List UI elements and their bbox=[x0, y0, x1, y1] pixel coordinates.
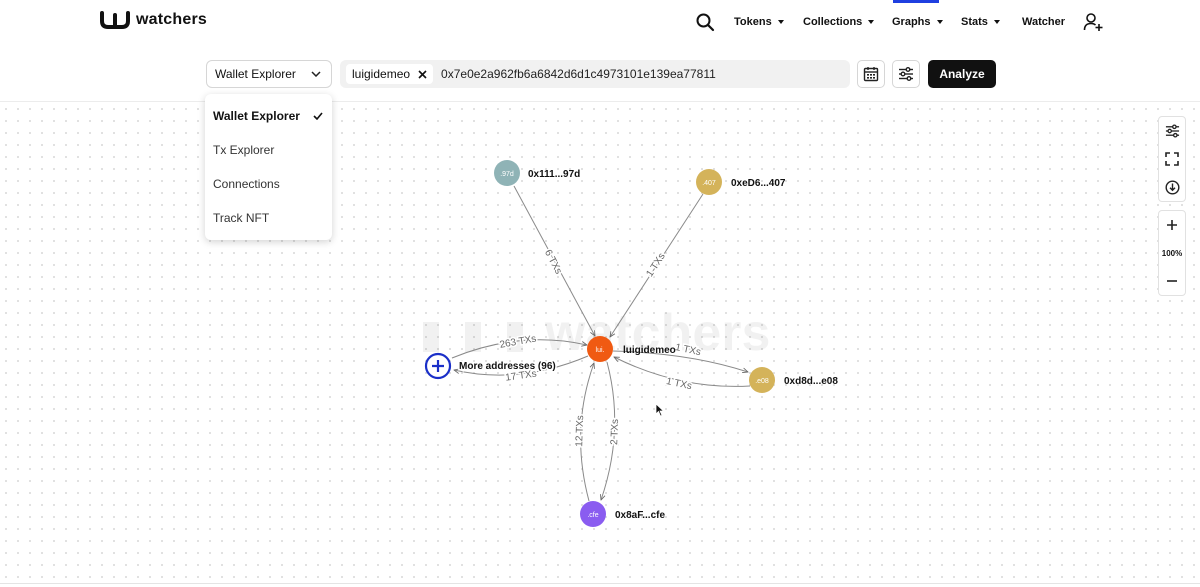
caret-down-icon bbox=[777, 20, 784, 24]
filter-button[interactable] bbox=[892, 60, 920, 88]
nav-active-indicator bbox=[893, 0, 939, 3]
node-label: 0xd8d...e08 bbox=[784, 376, 838, 387]
node-badge: lui. bbox=[596, 347, 605, 354]
node-badge: .97d bbox=[500, 171, 514, 178]
download-button[interactable] bbox=[1159, 173, 1185, 201]
address-value: 0x7e0e2a962fb6a6842d6d1c4973101e139ea778… bbox=[441, 67, 716, 81]
node-label: 0x111...97d bbox=[528, 169, 580, 180]
node-badge: .e08 bbox=[755, 378, 769, 385]
sliders-icon bbox=[1165, 124, 1179, 138]
mode-option-connections[interactable]: Connections bbox=[205, 167, 332, 201]
mode-dropdown-menu: Wallet Explorer Tx Explorer Connections … bbox=[205, 94, 332, 240]
calendar-icon bbox=[863, 67, 879, 82]
graph-view-tools bbox=[1158, 116, 1186, 202]
checkmark-icon bbox=[313, 112, 323, 120]
plus-icon bbox=[1167, 220, 1177, 230]
graph-side-tools: 100% bbox=[1158, 116, 1186, 304]
mode-option-track-nft[interactable]: Track NFT bbox=[205, 201, 332, 235]
brand-name: watchers bbox=[136, 11, 207, 28]
graph-toolbar: Wallet Explorer luigidemeo 0x7e0e2a962fb… bbox=[0, 48, 1200, 102]
nav-watcher[interactable]: Watcher bbox=[1022, 16, 1065, 28]
zoom-out-button[interactable] bbox=[1159, 267, 1185, 295]
node-badge: .407 bbox=[702, 180, 716, 187]
node-badge: .cfe bbox=[587, 512, 598, 519]
nav-collections-label: Collections bbox=[803, 16, 863, 28]
mode-option-label: Track NFT bbox=[213, 211, 270, 225]
nav-tokens[interactable]: Tokens bbox=[734, 16, 784, 28]
brand-logo[interactable]: watchers bbox=[100, 11, 207, 29]
search-icon[interactable] bbox=[695, 12, 715, 32]
fullscreen-icon bbox=[1165, 152, 1179, 166]
node-label: 0xeD6...407 bbox=[731, 178, 786, 189]
chevron-down-icon bbox=[311, 71, 321, 77]
graph-settings-button[interactable] bbox=[1159, 117, 1185, 145]
nav-stats[interactable]: Stats bbox=[961, 16, 1000, 28]
caret-down-icon bbox=[993, 20, 1000, 24]
mode-select-value: Wallet Explorer bbox=[215, 67, 296, 81]
caret-down-icon bbox=[936, 20, 943, 24]
nav-watcher-label: Watcher bbox=[1022, 16, 1065, 28]
nav-collections[interactable]: Collections bbox=[803, 16, 875, 28]
top-navigation: watchers Tokens Collections Graphs Stats… bbox=[0, 0, 1200, 48]
mode-option-label: Tx Explorer bbox=[213, 143, 275, 157]
nav-graphs-label: Graphs bbox=[892, 16, 931, 28]
sliders-icon bbox=[899, 67, 913, 81]
mode-option-tx-explorer[interactable]: Tx Explorer bbox=[205, 133, 332, 167]
mode-option-label: Connections bbox=[213, 177, 280, 191]
mode-option-wallet-explorer[interactable]: Wallet Explorer bbox=[205, 99, 332, 133]
node-label: 0x8aF...cfe bbox=[615, 510, 665, 521]
zoom-tools: 100% bbox=[1158, 210, 1186, 296]
mode-select[interactable]: Wallet Explorer bbox=[206, 60, 332, 88]
close-icon[interactable] bbox=[418, 69, 427, 79]
nav-tokens-label: Tokens bbox=[734, 16, 772, 28]
fullscreen-button[interactable] bbox=[1159, 145, 1185, 173]
zoom-in-button[interactable] bbox=[1159, 211, 1185, 239]
canvas-bottom-border bbox=[0, 583, 1200, 584]
address-input[interactable]: luigidemeo 0x7e0e2a962fb6a6842d6d1c49731… bbox=[340, 60, 850, 88]
nav-graphs[interactable]: Graphs bbox=[892, 16, 943, 28]
mode-option-label: Wallet Explorer bbox=[213, 109, 300, 123]
wallet-chip: luigidemeo bbox=[346, 64, 434, 84]
wallet-chip-label: luigidemeo bbox=[352, 67, 411, 81]
analyze-button[interactable]: Analyze bbox=[928, 60, 996, 88]
node-label: luigidemeo bbox=[623, 345, 676, 356]
date-range-button[interactable] bbox=[857, 60, 885, 88]
watchers-logo-icon bbox=[100, 11, 130, 29]
more-addresses-label: More addresses (96) bbox=[459, 361, 556, 372]
add-user-icon[interactable] bbox=[1083, 12, 1103, 32]
nav-stats-label: Stats bbox=[961, 16, 988, 28]
caret-down-icon bbox=[868, 20, 875, 24]
minus-icon bbox=[1167, 280, 1177, 282]
zoom-level: 100% bbox=[1161, 248, 1183, 258]
download-icon bbox=[1164, 179, 1180, 195]
mouse-cursor-icon bbox=[655, 403, 665, 417]
